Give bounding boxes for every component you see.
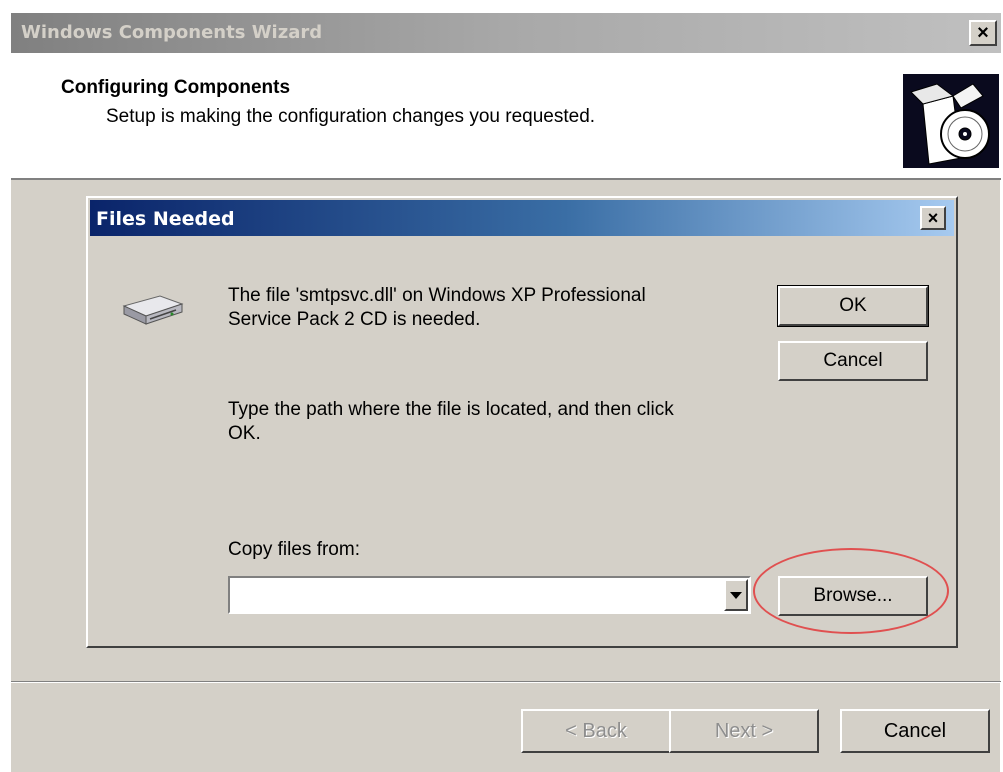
browse-highlight-ellipse xyxy=(753,548,949,634)
files-needed-title: Files Needed xyxy=(96,208,235,230)
files-needed-titlebar: Files Needed × xyxy=(90,200,954,236)
wizard-titlebar: Windows Components Wizard × xyxy=(11,13,1001,53)
dropdown-arrow-button[interactable] xyxy=(724,579,748,611)
header-title: Configuring Components xyxy=(61,77,291,98)
files-needed-close-button[interactable]: × xyxy=(920,206,946,230)
wizard-cancel-button[interactable]: Cancel xyxy=(840,709,990,753)
file-needed-message-line2: Service Pack 2 CD is needed. xyxy=(228,309,481,330)
footer-separator xyxy=(11,681,1001,683)
cd-drive-icon xyxy=(120,286,184,332)
next-button[interactable]: Next > xyxy=(669,709,819,753)
instruction-text-line1: Type the path where the file is located,… xyxy=(228,399,674,420)
box-with-cd-icon xyxy=(903,74,999,168)
file-needed-message-line1: The file 'smtpsvc.dll' on Windows XP Pro… xyxy=(228,285,646,306)
instruction-text: Type the path where the file is located,… xyxy=(228,398,674,446)
copy-files-from-combobox[interactable] xyxy=(228,576,751,614)
file-needed-message: The file 'smtpsvc.dll' on Windows XP Pro… xyxy=(228,284,646,332)
triangle-down-icon xyxy=(730,592,742,599)
wizard-header: Configuring Components Setup is making t… xyxy=(11,53,1001,180)
header-subtitle: Setup is making the configuration change… xyxy=(106,106,596,127)
cancel-button[interactable]: Cancel xyxy=(778,341,928,381)
copy-files-from-label: Copy files from: xyxy=(228,539,360,560)
ok-button[interactable]: OK xyxy=(777,285,929,327)
wizard-close-button[interactable]: × xyxy=(969,20,997,46)
files-needed-dialog: Files Needed × The file 'smtpsvc.dll' on… xyxy=(86,196,958,648)
instruction-text-line2: OK. xyxy=(228,423,261,444)
copy-files-from-input[interactable] xyxy=(232,580,726,612)
wizard-title: Windows Components Wizard xyxy=(21,22,323,43)
back-button[interactable]: < Back xyxy=(521,709,671,753)
windows-components-wizard-window: Windows Components Wizard × Configuring … xyxy=(10,12,1001,772)
